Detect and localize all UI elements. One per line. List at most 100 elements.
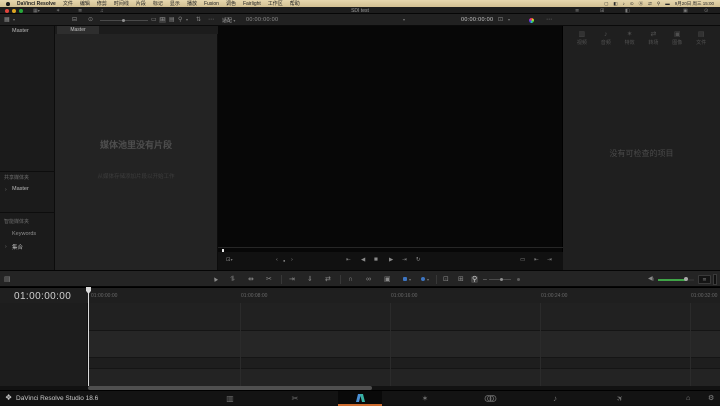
audio-track-lane[interactable]: [0, 331, 720, 357]
menu-item-timeline[interactable]: 时间线: [114, 0, 129, 7]
apple-menu-icon[interactable]: [6, 2, 10, 6]
project-manager-home-button[interactable]: ⌂: [686, 395, 690, 402]
chevron-right-icon[interactable]: ›: [5, 244, 7, 250]
position-lock-button[interactable]: ▣: [384, 276, 391, 283]
menubar-status-icon[interactable]: ⊙: [630, 1, 634, 7]
search-icon[interactable]: ⚲: [178, 17, 182, 23]
tab-audio[interactable]: ♪音频: [601, 28, 611, 52]
menu-item-view[interactable]: 显示: [170, 0, 180, 7]
menu-item-clip[interactable]: 片段: [136, 0, 146, 7]
timeline-select-dropdown[interactable]: ▾: [403, 18, 405, 22]
timeline-zoom-slider-handle[interactable]: [500, 278, 503, 281]
page-deliver-button[interactable]: ✈: [605, 391, 635, 406]
shared-bin-master[interactable]: Master: [12, 186, 29, 192]
insert-clip-button[interactable]: ⇥: [289, 276, 295, 283]
bin-tab-master[interactable]: Master: [57, 26, 99, 34]
spotlight-icon[interactable]: ⚲: [657, 1, 660, 7]
page-fusion-button[interactable]: ✶: [410, 391, 440, 406]
project-settings-gear-button[interactable]: ⚙: [708, 395, 714, 402]
full-extent-zoom-button[interactable]: ⊡: [443, 276, 449, 283]
menu-item-workspace[interactable]: 工作区: [268, 0, 283, 7]
jog-left-icon[interactable]: ‹: [276, 258, 278, 264]
video-scope-monitor-button[interactable]: ⊡: [498, 17, 503, 23]
go-to-first-frame-button[interactable]: ⇤: [346, 258, 351, 264]
bin-tree-root-master[interactable]: Master: [12, 28, 29, 34]
menubar-status-icon[interactable]: ▢: [604, 1, 608, 7]
tab-effects[interactable]: ✶特效: [625, 28, 635, 52]
menu-item-trim[interactable]: 修剪: [97, 0, 107, 7]
page-edit-button-active[interactable]: [338, 391, 382, 406]
menubar-status-icon[interactable]: ⇄: [648, 1, 652, 7]
media-pool-options-button[interactable]: ⋯: [208, 17, 214, 23]
bin-sidebar-toggle-button[interactable]: ▦: [4, 17, 10, 23]
trim-edit-mode-tool[interactable]: ⥮: [230, 276, 235, 283]
grab-still-color-icon[interactable]: [529, 18, 534, 23]
detail-zoom-button[interactable]: ⊞: [458, 276, 464, 283]
tab-transition[interactable]: ⇄转场: [648, 28, 658, 52]
match-frame-button[interactable]: ▭: [520, 258, 525, 264]
menu-item-mark[interactable]: 标记: [153, 0, 163, 7]
list-view-button[interactable]: ▭: [151, 17, 157, 23]
menubar-status-icon[interactable]: ◧: [613, 1, 617, 7]
usb-capture-icon[interactable]: ⊙: [88, 17, 93, 23]
menubar-status-icon[interactable]: ♪: [623, 1, 625, 6]
menu-item-file[interactable]: 文件: [63, 0, 73, 7]
strip-view-button[interactable]: ▤: [169, 17, 175, 23]
jog-right-icon[interactable]: ›: [291, 258, 293, 264]
replace-clip-button[interactable]: ⇄: [325, 276, 331, 283]
razor-edit-mode-tool[interactable]: ✂: [266, 276, 272, 283]
menubar-datetime[interactable]: 9月20日 周三 15:00: [675, 1, 714, 7]
timeline-playhead[interactable]: [88, 287, 89, 386]
dynamic-trim-mode-tool[interactable]: ⇹: [248, 276, 254, 283]
video-track-lane[interactable]: [0, 303, 720, 330]
thumbnail-view-button[interactable]: ⊞: [159, 17, 166, 23]
menubar-status-icon[interactable]: Ⓐ: [639, 1, 644, 7]
track-lane[interactable]: [0, 369, 720, 386]
sort-order-button[interactable]: ⇅: [196, 17, 201, 23]
speaker-icon[interactable]: ◀): [648, 276, 654, 282]
smart-bin-collection[interactable]: 集合: [12, 243, 23, 251]
page-fairlight-button[interactable]: ♪: [540, 391, 570, 406]
jog-handle-icon[interactable]: ●: [283, 259, 285, 263]
viewer-options-button[interactable]: ⋯: [546, 17, 552, 23]
timeline-track-area[interactable]: [0, 303, 720, 386]
link-clips-button[interactable]: ∞: [366, 276, 371, 283]
menu-item-playback[interactable]: 播放: [187, 0, 197, 7]
page-cut-button[interactable]: ✂: [280, 391, 310, 406]
volume-slider-handle[interactable]: [684, 277, 688, 281]
timeline-ruler[interactable]: 01:00:00:00 01:00:00:00 01:00:08:00 01:0…: [0, 287, 720, 303]
chevron-right-icon[interactable]: ›: [5, 187, 7, 193]
search-filter-chevron-icon[interactable]: ▾: [186, 18, 188, 22]
mark-out-button[interactable]: ⇥: [547, 258, 552, 264]
track-header-column[interactable]: [0, 303, 88, 386]
monitor-chevron-icon[interactable]: ▾: [508, 18, 510, 22]
tab-video[interactable]: ▥视频: [577, 28, 587, 52]
page-color-button[interactable]: [475, 391, 505, 406]
snapping-button[interactable]: ∩: [348, 276, 353, 283]
chevron-down-icon[interactable]: ▾: [13, 18, 15, 22]
page-media-button[interactable]: ▥: [215, 391, 245, 406]
mark-in-button[interactable]: ⇤: [534, 258, 539, 264]
menu-item-fairlight[interactable]: Fairlight: [243, 1, 261, 7]
viewer-zoom-dropdown[interactable]: 适配 ▾: [222, 17, 235, 24]
viewer-mode-dropdown[interactable]: ⊡▾: [226, 258, 233, 264]
menu-item-help[interactable]: 帮助: [290, 0, 300, 7]
overwrite-clip-button[interactable]: ⇓: [307, 276, 313, 283]
play-forward-button[interactable]: ▶: [389, 258, 393, 264]
menu-item-fusion[interactable]: Fusion: [204, 1, 219, 7]
loop-playback-button[interactable]: ↻: [416, 258, 421, 264]
tab-image[interactable]: ▣图像: [672, 28, 682, 52]
play-reverse-button[interactable]: ◀: [361, 258, 365, 264]
clone-tool-icon[interactable]: ⊟: [72, 17, 77, 23]
flag-color-swatch[interactable]: [403, 277, 407, 281]
tab-file[interactable]: ▤文件: [696, 28, 706, 52]
smart-bin-keywords[interactable]: Keywords: [12, 231, 36, 237]
selection-mode-tool[interactable]: ▲: [211, 275, 221, 285]
timeline-view-options-button[interactable]: ▤: [4, 276, 11, 283]
thumbnail-size-slider-handle[interactable]: [122, 19, 125, 22]
stop-button[interactable]: ■: [374, 257, 378, 264]
marker-color-swatch[interactable]: [421, 277, 425, 281]
mixer-toggle-button[interactable]: ≣: [698, 275, 711, 284]
flag-dropdown-icon[interactable]: ▾: [409, 278, 411, 282]
go-to-last-frame-button[interactable]: ⇥: [402, 258, 407, 264]
